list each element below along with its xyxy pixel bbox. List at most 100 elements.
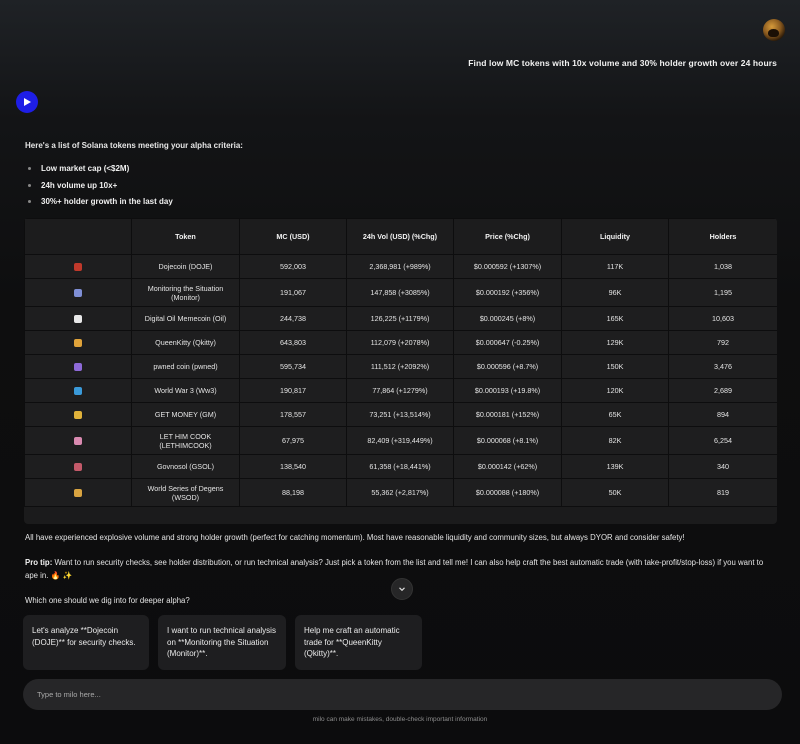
price-cell: $0.000088 (+180%) xyxy=(453,478,562,507)
volume-cell: 61,358 (+18,441%) xyxy=(346,454,454,479)
token-icon-cell xyxy=(24,254,132,279)
criteria-item: Low market cap (<$2M) xyxy=(28,163,173,180)
volume-cell: 2,368,981 (+989%) xyxy=(346,254,454,279)
chat-input-bar xyxy=(23,679,782,710)
volume-cell: 111,512 (+2092%) xyxy=(346,354,454,379)
volume-cell: 82,409 (+319,449%) xyxy=(346,426,454,455)
holders-cell: 6,254 xyxy=(668,426,777,455)
market-cap-cell: 595,734 xyxy=(239,354,347,379)
table-row[interactable]: World Series of Degens (WSOD) 88,198 55,36… xyxy=(24,478,777,507)
column-header-holders: Holders xyxy=(668,218,777,255)
liquidity-cell: 139K xyxy=(561,454,669,479)
holders-cell: 2,689 xyxy=(668,378,777,403)
liquidity-cell: 165K xyxy=(561,306,669,331)
table-row[interactable]: Monitoring the Situation (Monitor) 191,06… xyxy=(24,278,777,307)
token-name-cell: QueenKitty (Qkitty) xyxy=(131,330,240,355)
trophy-icon xyxy=(74,489,82,498)
token-name-cell: World War 3 (Ww3) xyxy=(131,378,240,403)
token-name-cell: Govnosol (GSOL) xyxy=(131,454,240,479)
milo-avatar xyxy=(16,91,38,113)
chat-input[interactable] xyxy=(37,690,782,699)
scroll-down-button[interactable] xyxy=(391,578,413,600)
token-icon-cell xyxy=(24,454,132,479)
table-row[interactable]: LET HIM COOK (LETHIMCOOK) 67,975 82,409 (+… xyxy=(24,426,777,455)
token-name-cell: pwned coin (pwned) xyxy=(131,354,240,379)
price-cell: $0.000068 (+8.1%) xyxy=(453,426,562,455)
table-row[interactable]: World War 3 (Ww3) 190,817 77,864 (+1279%) $… xyxy=(24,378,777,403)
market-cap-cell: 190,817 xyxy=(239,378,347,403)
holders-cell: 1,195 xyxy=(668,278,777,307)
table-row[interactable]: Govnosol (GSOL) 138,540 61,358 (+18,441%) $… xyxy=(24,454,777,479)
market-cap-cell: 592,003 xyxy=(239,254,347,279)
criteria-item: 30%+ holder growth in the last day xyxy=(28,196,173,213)
user-avatar[interactable] xyxy=(763,19,785,41)
oil-icon xyxy=(74,315,82,324)
holders-cell: 819 xyxy=(668,478,777,507)
market-cap-cell: 138,540 xyxy=(239,454,347,479)
price-cell: $0.000245 (+8%) xyxy=(453,306,562,331)
volume-cell: 112,079 (+2078%) xyxy=(346,330,454,355)
token-icon-cell xyxy=(24,378,132,403)
holders-cell: 894 xyxy=(668,402,777,427)
token-name-cell: Dojecoin (DOJE) xyxy=(131,254,240,279)
price-cell: $0.000592 (+1307%) xyxy=(453,254,562,279)
chevron-down-icon xyxy=(399,587,405,592)
play-icon xyxy=(24,98,31,106)
volume-cell: 77,864 (+1279%) xyxy=(346,378,454,403)
user-message: Find low MC tokens with 10x volume and 3… xyxy=(468,58,777,68)
token-table: Token MC (USD) 24h Vol (USD) (%Chg) Pric… xyxy=(24,218,777,524)
price-cell: $0.000193 (+19.8%) xyxy=(453,378,562,403)
token-icon-cell xyxy=(24,354,132,379)
table-row[interactable]: Digital Oil Memecoin (Oil) 244,738 126,225… xyxy=(24,306,777,331)
market-cap-cell: 67,975 xyxy=(239,426,347,455)
volume-cell: 126,225 (+1179%) xyxy=(346,306,454,331)
token-icon-cell xyxy=(24,330,132,355)
pro-tip-label: Pro tip: xyxy=(25,558,53,567)
globe-icon xyxy=(74,387,82,396)
suggestion-chip-1[interactable]: Let's analyze **Dojecoin (DOJE)** for se… xyxy=(23,615,149,670)
column-header-token: Token xyxy=(131,218,240,255)
monitor-icon xyxy=(74,289,82,298)
table-header-row: Token MC (USD) 24h Vol (USD) (%Chg) Pric… xyxy=(24,218,777,255)
suggestion-chip-2[interactable]: I want to run technical analysis on **Mo… xyxy=(158,615,286,670)
volume-cell: 73,251 (+13,514%) xyxy=(346,402,454,427)
assistant-summary: All have experienced explosive volume an… xyxy=(25,533,685,542)
column-header-liquidity: Liquidity xyxy=(561,218,669,255)
table-row[interactable]: GET MONEY (GM) 178,557 73,251 (+13,514%) $0… xyxy=(24,402,777,427)
price-cell: $0.000142 (+62%) xyxy=(453,454,562,479)
price-cell: $0.000596 (+8.7%) xyxy=(453,354,562,379)
volume-cell: 147,858 (+3085%) xyxy=(346,278,454,307)
column-header-icon xyxy=(24,218,132,255)
crown-icon xyxy=(74,339,82,348)
table-row[interactable]: QueenKitty (Qkitty) 643,803 112,079 (+2078… xyxy=(24,330,777,355)
token-icon-cell xyxy=(24,478,132,507)
suggestion-chip-3[interactable]: Help me craft an automatic trade for **Q… xyxy=(295,615,422,670)
table-row[interactable]: pwned coin (pwned) 595,734 111,512 (+2092%… xyxy=(24,354,777,379)
token-icon-cell xyxy=(24,306,132,331)
liquidity-cell: 50K xyxy=(561,478,669,507)
price-cell: $0.000181 (+152%) xyxy=(453,402,562,427)
holders-cell: 10,603 xyxy=(668,306,777,331)
market-cap-cell: 191,067 xyxy=(239,278,347,307)
token-icon-cell xyxy=(24,402,132,427)
criteria-list: Low market cap (<$2M) 24h volume up 10x+… xyxy=(28,163,173,213)
column-header-volume: 24h Vol (USD) (%Chg) xyxy=(346,218,454,255)
token-name-cell: LET HIM COOK (LETHIMCOOK) xyxy=(131,426,240,455)
price-cell: $0.000647 (-0.25%) xyxy=(453,330,562,355)
volume-cell: 55,362 (+2,817%) xyxy=(346,478,454,507)
token-name-cell: Monitoring the Situation (Monitor) xyxy=(131,278,240,307)
pro-tip-text: Want to run security checks, see holder … xyxy=(25,558,764,580)
criteria-item: 24h volume up 10x+ xyxy=(28,180,173,197)
token-name-cell: World Series of Degens (WSOD) xyxy=(131,478,240,507)
liquidity-cell: 120K xyxy=(561,378,669,403)
token-icon-cell xyxy=(24,278,132,307)
holders-cell: 1,038 xyxy=(668,254,777,279)
money-bag-icon xyxy=(74,411,82,420)
liquidity-cell: 129K xyxy=(561,330,669,355)
token-name-cell: Digital Oil Memecoin (Oil) xyxy=(131,306,240,331)
holders-cell: 340 xyxy=(668,454,777,479)
dog-icon xyxy=(74,263,82,272)
market-cap-cell: 178,557 xyxy=(239,402,347,427)
table-row[interactable]: Dojecoin (DOJE) 592,003 2,368,981 (+989%) $… xyxy=(24,254,777,279)
price-cell: $0.000192 (+356%) xyxy=(453,278,562,307)
